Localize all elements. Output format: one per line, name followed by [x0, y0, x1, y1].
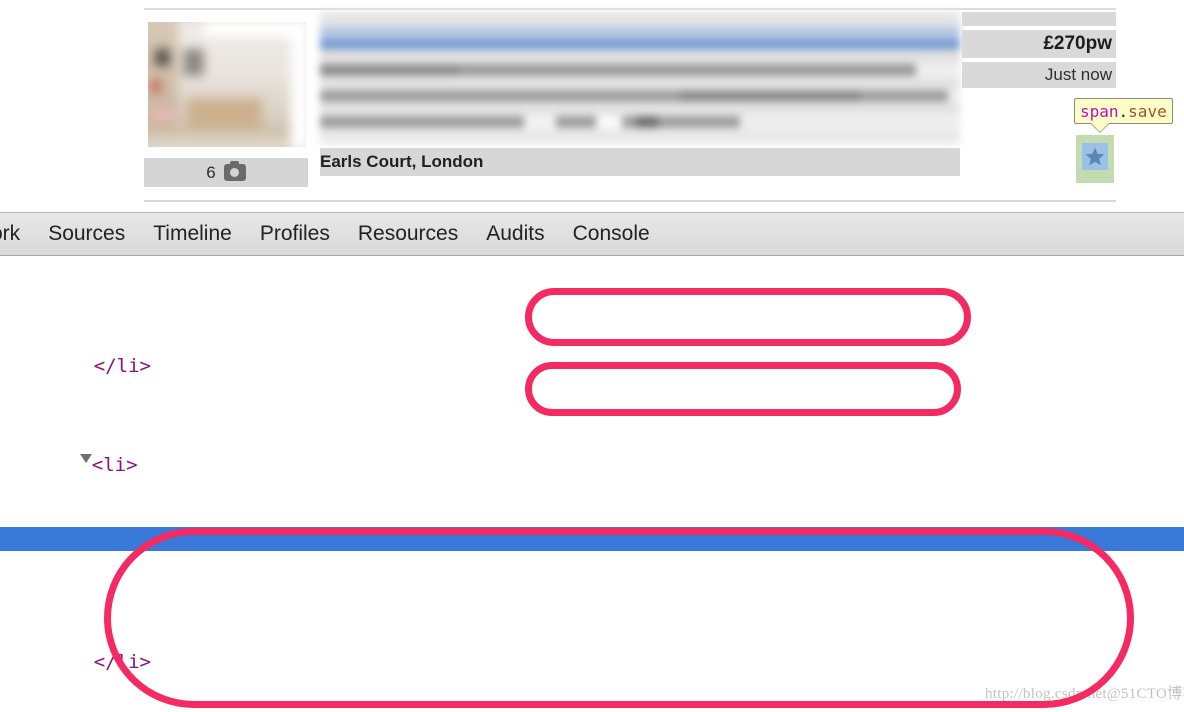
dom-line-li-close-2[interactable]: </li> — [0, 625, 1184, 673]
listing-location: Earls Court, London — [320, 148, 960, 176]
dom-val-id-1: "ad-featured-1051 — [1026, 552, 1184, 575]
tab-profiles[interactable]: Profiles — [246, 222, 344, 246]
dom-line-article-1[interactable]: <article class="listing-maxi" itemscope … — [0, 526, 1184, 574]
listing-location-text: Earls Court, London — [320, 152, 484, 171]
listing-side[interactable]: 6 — [144, 22, 308, 187]
dom-attr-id: id — [991, 552, 1015, 575]
dom-attr-itemtype: itemtype — [568, 552, 660, 575]
expand-triangle-icon[interactable] — [101, 556, 111, 569]
listing-price: £270pw — [962, 30, 1116, 58]
dom-attr-itemscope: itemscope — [454, 552, 557, 575]
dom-token-li-close: </li> — [93, 355, 151, 378]
dom-attr-class: class — [213, 552, 271, 575]
star-icon — [1085, 147, 1105, 166]
tooltip-tag-name: span — [1080, 101, 1119, 121]
photo-count-value: 6 — [206, 162, 216, 182]
watermark-text: http://blog.csdn.net@51CTO博客 — [985, 686, 1184, 702]
tooltip-class-name: save — [1128, 101, 1167, 121]
tab-resources[interactable]: Resources — [344, 222, 472, 246]
tab-console[interactable]: Console — [559, 222, 664, 246]
dom-line-li-close[interactable]: </li> — [0, 330, 1184, 377]
tab-sources[interactable]: Sources — [34, 222, 139, 246]
photo-count-badge[interactable]: 6 — [144, 158, 308, 187]
listing-photo[interactable] — [148, 22, 306, 147]
meta-placeholder-bar — [962, 12, 1116, 26]
preview-bottom-divider — [144, 200, 1116, 202]
rendered-page-preview: 6 Earls Court, London £270pw Just now sp… — [0, 0, 1184, 208]
tab-network[interactable]: twork — [0, 222, 34, 246]
save-listing-button[interactable] — [1082, 143, 1108, 170]
listing-posted-time-text: Just now — [1044, 65, 1112, 84]
dom-token-article: article — [122, 552, 203, 575]
dom-tree-panel[interactable]: </li> <li> <article class="listing-maxi"… — [0, 256, 1184, 712]
expand-triangle-icon[interactable] — [79, 453, 92, 469]
listing-photo-blurred — [148, 22, 306, 147]
listing-posted-time: Just now — [962, 62, 1116, 88]
dom-line-li-open-1[interactable]: <li> — [0, 428, 1184, 476]
dom-val-product: "http://schema.org/Product" — [671, 552, 981, 575]
devtools-tab-bar: twork Sources Timeline Profiles Resource… — [0, 212, 1184, 256]
dom-token-li-open: <li> — [91, 453, 138, 476]
listing-price-text: £270pw — [1043, 33, 1112, 54]
tab-audits[interactable]: Audits — [472, 222, 558, 246]
camera-icon — [223, 161, 246, 181]
tooltip-dot: . — [1118, 101, 1129, 121]
dom-token-li-close: </li> — [93, 650, 151, 673]
redacted-listing-text — [320, 12, 960, 144]
devtools-element-tooltip: span. save — [1074, 98, 1173, 124]
dom-val-listing-maxi: "listing-maxi" — [282, 552, 443, 575]
tab-timeline[interactable]: Timeline — [139, 222, 246, 246]
listing-card[interactable]: 6 Earls Court, London £270pw Just now — [144, 0, 1116, 187]
